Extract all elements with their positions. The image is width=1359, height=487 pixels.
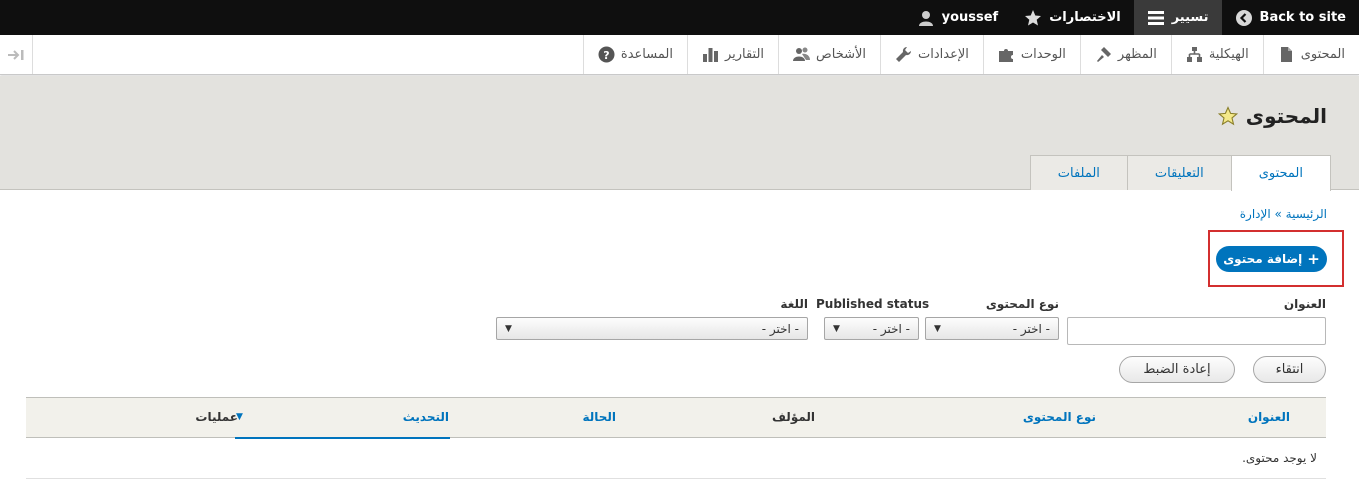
chevron-circle-left-icon: [1235, 9, 1252, 26]
paintbrush-icon: [1096, 47, 1111, 62]
tray-item-label: المحتوى: [1300, 47, 1345, 62]
filter-button[interactable]: انتقاء: [1253, 356, 1326, 383]
tray-item-label: الإعدادات: [918, 47, 969, 62]
puzzle-icon: [998, 49, 1013, 62]
plus-icon: +: [1307, 249, 1320, 268]
empty-table-message: لا يوجد محتوى.: [1242, 451, 1317, 465]
help-icon: ?: [598, 46, 615, 63]
tray-orientation-toggle[interactable]: [0, 35, 33, 74]
tray-item-label: الأشخاص: [816, 47, 867, 62]
title-filter-label: العنوان: [1283, 297, 1326, 311]
tray-item-structure[interactable]: الهيكلية: [1170, 35, 1263, 74]
tab-content[interactable]: المحتوى: [1230, 155, 1331, 191]
tab-files[interactable]: الملفات: [1029, 155, 1128, 190]
tray-item-label: المساعدة: [620, 47, 673, 62]
title-filter-input[interactable]: [1067, 317, 1326, 345]
dropdown-arrow-icon: ▼: [833, 323, 840, 334]
tray-item-appearance[interactable]: المظهر: [1079, 35, 1171, 74]
dropdown-arrow-icon: ▼: [934, 323, 941, 334]
admin-menu-tray: المحتوى الهيكلية المظهر الوحدات الإعدادا…: [0, 35, 1359, 75]
language-filter-value: - اختر -: [761, 321, 799, 336]
tray-item-configuration[interactable]: الإعدادات: [880, 35, 983, 74]
column-content-type[interactable]: نوع المحتوى: [1023, 410, 1096, 424]
wrench-icon: [896, 46, 912, 62]
user-tab[interactable]: youssef: [904, 0, 1012, 35]
table-header: العنوان نوع المحتوى المؤلف الحالة التحدي…: [26, 397, 1326, 438]
primary-tabs: المحتوى التعليقات الملفات: [1029, 155, 1331, 191]
add-content-label: إضافة محتوى: [1223, 252, 1303, 266]
page-header: المحتوى المحتوى التعليقات الملفات: [0, 76, 1359, 191]
language-filter-label: اللغة: [780, 297, 808, 311]
column-author: المؤلف: [772, 410, 815, 424]
tray-item-help[interactable]: ? المساعدة: [582, 35, 687, 74]
column-status[interactable]: الحالة: [582, 410, 616, 424]
tray-item-people[interactable]: الأشخاص: [778, 35, 880, 74]
menu-icon: [1147, 10, 1164, 25]
status-filter-label: Published status: [816, 297, 930, 311]
back-to-site-label: Back to site: [1259, 10, 1346, 25]
type-filter-select[interactable]: - اختر - ▼: [925, 317, 1059, 340]
page-title: المحتوى: [1245, 104, 1327, 128]
tray-item-label: المظهر: [1117, 47, 1157, 62]
breadcrumb[interactable]: الرئيسية » الإدارة: [1240, 207, 1327, 221]
column-title[interactable]: العنوان: [1248, 410, 1290, 424]
add-content-button[interactable]: + إضافة محتوى: [1216, 246, 1327, 272]
tray-item-extend[interactable]: الوحدات: [982, 35, 1080, 74]
page-title-area: المحتوى: [1217, 104, 1327, 128]
file-icon: [1280, 47, 1292, 62]
people-icon: [793, 47, 811, 61]
tray-item-content[interactable]: المحتوى: [1262, 35, 1359, 74]
tray-item-label: الهيكلية: [1208, 47, 1249, 62]
tray-item-label: الوحدات: [1020, 47, 1066, 62]
status-filter-select[interactable]: - اختر - ▼: [824, 317, 919, 340]
tray-item-label: التقارير: [724, 47, 765, 62]
bar-chart-icon: [702, 48, 718, 62]
shortcut-star-icon[interactable]: [1217, 106, 1238, 126]
manage-label: تسيير: [1171, 10, 1209, 25]
back-to-site-link[interactable]: Back to site: [1222, 0, 1359, 35]
type-filter-label: نوع المحتوى: [985, 297, 1059, 311]
reset-button[interactable]: إعادة الضبط: [1119, 356, 1235, 383]
column-updated[interactable]: التحديث: [403, 410, 449, 424]
table-row-divider: [26, 478, 1326, 479]
arrow-bar-icon: [8, 49, 24, 60]
status-filter-value: - اختر -: [872, 321, 910, 336]
type-filter-value: - اختر -: [1012, 321, 1050, 336]
shortcuts-tab[interactable]: الاختصارات: [1011, 0, 1134, 35]
svg-text:?: ?: [603, 49, 609, 62]
column-operations: عمليات: [195, 410, 238, 424]
tab-comments[interactable]: التعليقات: [1126, 155, 1232, 190]
admin-toolbar: Back to site تسيير الاختصارات youssef: [0, 0, 1359, 35]
active-sort-indicator: [235, 437, 450, 439]
shortcuts-label: الاختصارات: [1049, 10, 1121, 25]
language-filter-select[interactable]: - اختر - ▼: [496, 317, 808, 340]
manage-tab[interactable]: تسيير: [1133, 0, 1222, 35]
sitemap-icon: [1186, 47, 1202, 62]
dropdown-arrow-icon: ▼: [505, 323, 512, 334]
user-icon: [918, 10, 933, 26]
star-icon: [1025, 9, 1042, 25]
user-name: youssef: [941, 10, 999, 25]
tray-item-reports[interactable]: التقارير: [686, 35, 778, 74]
